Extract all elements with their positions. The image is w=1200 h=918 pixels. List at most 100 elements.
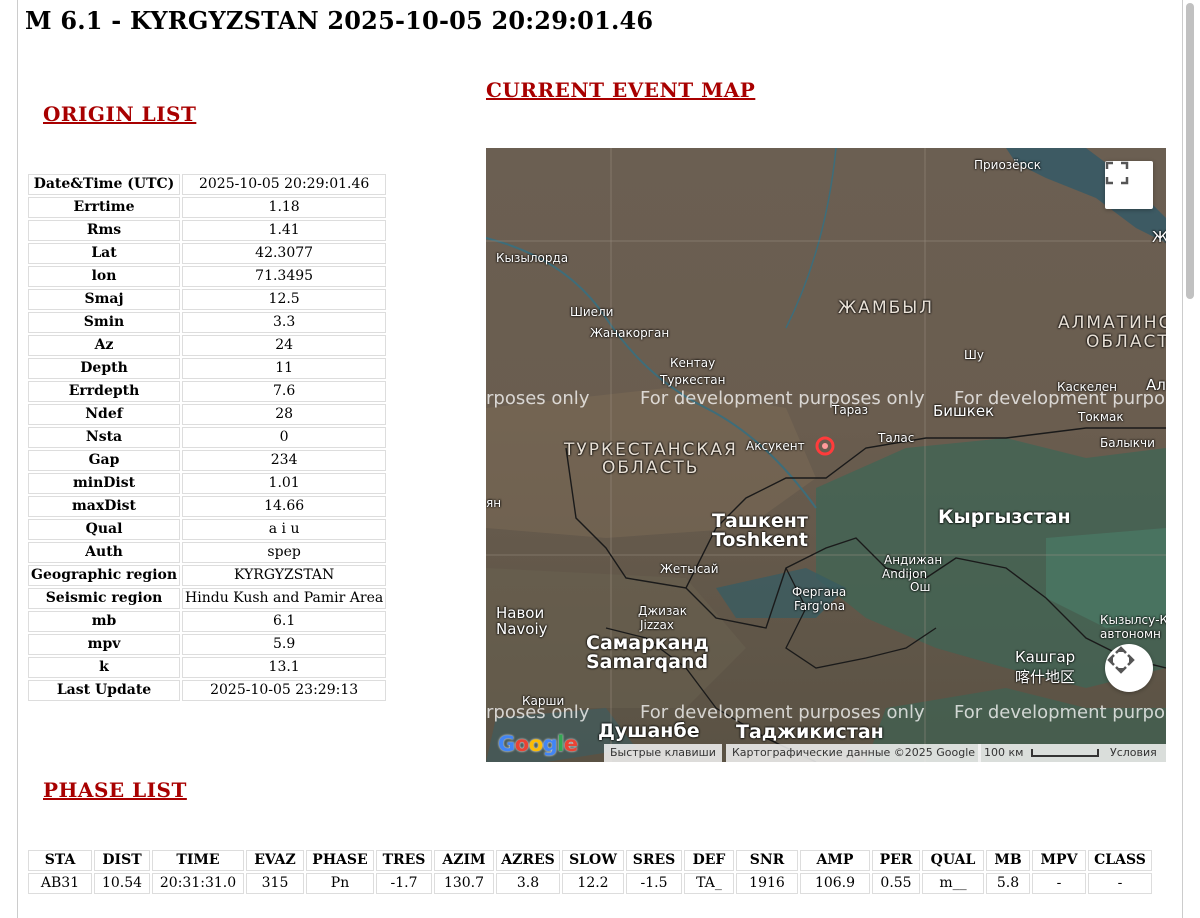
- phase-cell: -: [1032, 873, 1086, 894]
- phase-header-sres: SRES: [626, 850, 682, 871]
- map-label: 喀什地区: [1015, 668, 1076, 686]
- map-label: Кентау: [670, 356, 716, 370]
- origin-value: 12.5: [182, 289, 387, 310]
- origin-row: Nsta 0: [28, 427, 387, 448]
- phase-header-mpv: MPV: [1032, 850, 1086, 871]
- origin-list-link[interactable]: ORIGIN LIST: [43, 102, 196, 126]
- phase-list-link[interactable]: PHASE LIST: [43, 778, 187, 802]
- origin-row: Rms 1.41: [28, 220, 387, 241]
- map-label: Navoiy: [496, 620, 548, 638]
- origin-value: KYRGYZSTAN: [182, 565, 387, 586]
- pan-control-button[interactable]: [1105, 644, 1153, 692]
- map-label: Токмак: [1078, 410, 1124, 424]
- origin-row: mpv 5.9: [28, 634, 387, 655]
- phase-cell: Pn: [306, 873, 374, 894]
- origin-row: Geographic region KYRGYZSTAN: [28, 565, 387, 586]
- map-label: Jizzax: [640, 618, 674, 632]
- phase-header-sta: STA: [28, 850, 92, 871]
- phase-cell: -1.5: [626, 873, 682, 894]
- map-label: Приозёрск: [974, 158, 1042, 172]
- terms-link[interactable]: Условия: [1104, 744, 1166, 762]
- map-label: Ал: [1146, 376, 1166, 394]
- map-scale-bar: [1030, 749, 1099, 757]
- map-label: Samarqand: [586, 651, 709, 673]
- phase-header-time: TIME: [152, 850, 244, 871]
- origin-value: 1.41: [182, 220, 387, 241]
- phase-header-mb: MB: [986, 850, 1030, 871]
- map-label: Туркестан: [660, 373, 726, 387]
- origin-key: Depth: [28, 358, 181, 379]
- origin-value: 7.6: [182, 381, 387, 402]
- map-country-label: Таджикистан: [736, 721, 884, 743]
- phase-header-tres: TRES: [376, 850, 432, 871]
- map-label: Каскелен: [1057, 380, 1117, 394]
- origin-key: Az: [28, 335, 181, 356]
- map-scale-label: 100 км: [984, 746, 1024, 759]
- map-watermark: For development purposes only: [640, 388, 925, 409]
- origin-value: 1.01: [182, 473, 387, 494]
- origin-row: Auth spep: [28, 542, 387, 563]
- map-scale[interactable]: 100 км: [978, 744, 1104, 762]
- map-label: Жанакорган: [590, 326, 670, 340]
- origin-row: maxDist 14.66: [28, 496, 387, 517]
- origin-value: 3.3: [182, 312, 387, 333]
- map-label: Душанбе: [598, 720, 700, 742]
- origin-key: Date&Time (UTC): [28, 174, 181, 195]
- origin-value: 24: [182, 335, 387, 356]
- phase-cell: 3.8: [496, 873, 560, 894]
- origin-row: k 13.1: [28, 657, 387, 678]
- origin-value: 6.1: [182, 611, 387, 632]
- origin-value: Hindu Kush and Pamir Area: [182, 588, 387, 609]
- phase-header-amp: AMP: [800, 850, 870, 871]
- map-label: Шу: [964, 348, 984, 362]
- origin-value: 5.9: [182, 634, 387, 655]
- phase-header-slow: SLOW: [562, 850, 624, 871]
- origin-key: mb: [28, 611, 181, 632]
- map-label: Toshkent: [712, 529, 808, 551]
- origin-value: 234: [182, 450, 387, 471]
- map-label: Шиели: [570, 305, 614, 319]
- origin-key: maxDist: [28, 496, 181, 517]
- map-label: Ош: [910, 580, 931, 594]
- google-logo-letter: G: [498, 732, 515, 756]
- origin-value: a i u: [182, 519, 387, 540]
- origin-row: Ndef 28: [28, 404, 387, 425]
- event-map[interactable]: rposes only For development purposes onl…: [486, 148, 1166, 762]
- origin-key: Geographic region: [28, 565, 181, 586]
- google-logo: Google: [498, 732, 578, 756]
- origin-value: spep: [182, 542, 387, 563]
- origin-key: Lat: [28, 243, 181, 264]
- origin-value: 42.3077: [182, 243, 387, 264]
- origin-row: Lat 42.3077: [28, 243, 387, 264]
- origin-key: Errdepth: [28, 381, 181, 402]
- origin-row: Last Update 2025-10-05 23:29:13: [28, 680, 387, 701]
- origin-key: Qual: [28, 519, 181, 540]
- map-label: Бишкек: [933, 402, 995, 420]
- current-event-map-link[interactable]: CURRENT EVENT MAP: [486, 78, 755, 102]
- map-region-label: ОБЛАСТЬ: [602, 458, 700, 478]
- vertical-scrollbar[interactable]: [1184, 0, 1200, 918]
- origin-row: Seismic region Hindu Kush and Pamir Area: [28, 588, 387, 609]
- google-logo-letter: l: [557, 732, 564, 756]
- fullscreen-button[interactable]: [1105, 161, 1153, 209]
- scrollbar-thumb[interactable]: [1186, 3, 1194, 299]
- keyboard-shortcuts-link[interactable]: Быстрые клавиши: [604, 744, 722, 762]
- phase-header-class: CLASS: [1088, 850, 1152, 871]
- origin-key: Auth: [28, 542, 181, 563]
- origin-key: Last Update: [28, 680, 181, 701]
- origin-row: Gap 234: [28, 450, 387, 471]
- phase-header-qual: QUAL: [922, 850, 984, 871]
- origin-row: Smin 3.3: [28, 312, 387, 333]
- origin-row: Qual a i u: [28, 519, 387, 540]
- map-country-label: Кыргызстан: [938, 506, 1071, 528]
- origin-value: 2025-10-05 23:29:13: [182, 680, 387, 701]
- fullscreen-icon: [1105, 161, 1129, 185]
- origin-row: Date&Time (UTC) 2025-10-05 20:29:01.46: [28, 174, 387, 195]
- origin-row: lon 71.3495: [28, 266, 387, 287]
- map-label: ян: [486, 496, 502, 510]
- phase-cell: 12.2: [562, 873, 624, 894]
- map-region-label: ТУРКЕСТАНСКАЯ: [564, 440, 738, 460]
- pan-control-icon: [1107, 646, 1135, 674]
- map-label: Фергана: [792, 585, 847, 599]
- map-label: Талас: [878, 431, 915, 445]
